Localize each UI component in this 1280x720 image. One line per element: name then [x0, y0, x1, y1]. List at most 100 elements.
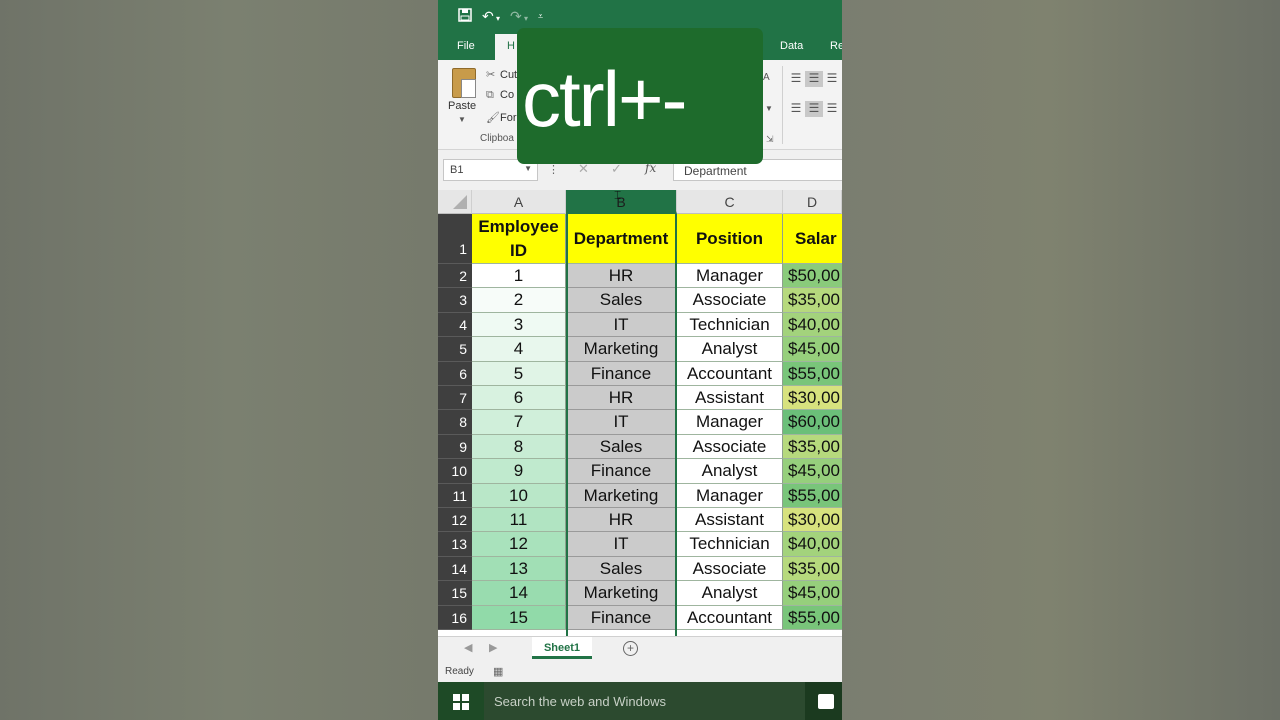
table-cell[interactable]: Manager	[677, 410, 783, 435]
chevron-down-icon[interactable]: ▼	[524, 164, 532, 173]
align-bottom-icon[interactable]: ☰	[823, 71, 841, 87]
table-cell[interactable]: Technician	[677, 312, 783, 338]
table-cell[interactable]: HR	[566, 386, 677, 411]
row-header[interactable]: 9	[438, 434, 472, 460]
table-cell[interactable]: 11	[472, 508, 566, 533]
table-cell[interactable]: Sales	[566, 556, 677, 582]
row-header[interactable]: 4	[438, 312, 472, 338]
row-header[interactable]: 12	[438, 508, 472, 533]
undo-icon[interactable]: ↶ ▾	[482, 9, 500, 23]
header-cell-d[interactable]: Salar	[783, 214, 842, 264]
row-header[interactable]: 16	[438, 605, 472, 630]
header-cell-b[interactable]: Department	[566, 214, 677, 264]
align-center-icon[interactable]: ☰	[805, 101, 823, 117]
table-cell[interactable]: Manager	[677, 264, 783, 289]
format-painter-button[interactable]: 🖌For	[486, 111, 517, 124]
table-cell[interactable]: 9	[472, 459, 566, 484]
table-cell[interactable]: Marketing	[566, 337, 677, 362]
cut-button[interactable]: ✂ Cut	[486, 68, 517, 81]
row-header[interactable]: 8	[438, 410, 472, 435]
row-header[interactable]: 10	[438, 459, 472, 484]
row-header-1[interactable]: 1	[438, 214, 472, 264]
table-cell[interactable]: $35,00	[783, 556, 842, 582]
table-cell[interactable]: HR	[566, 264, 677, 289]
table-cell[interactable]: Marketing	[566, 581, 677, 606]
table-cell[interactable]: $50,00	[783, 264, 842, 289]
table-cell[interactable]: $45,00	[783, 459, 842, 484]
table-cell[interactable]: $60,00	[783, 410, 842, 435]
table-cell[interactable]: $35,00	[783, 434, 842, 460]
table-cell[interactable]: Associate	[677, 434, 783, 460]
align-right-icon[interactable]: ☰	[823, 101, 841, 117]
save-icon[interactable]	[458, 8, 472, 24]
macro-record-icon[interactable]: ▦	[493, 665, 503, 678]
table-cell[interactable]: 10	[472, 483, 566, 508]
table-cell[interactable]: 14	[472, 581, 566, 606]
align-left-icon[interactable]: ☰	[787, 101, 805, 117]
tab-review[interactable]: Re	[830, 40, 842, 52]
scroll-left-icon[interactable]: ◀	[464, 641, 472, 654]
table-cell[interactable]: Accountant	[677, 361, 783, 386]
table-cell[interactable]: Associate	[677, 288, 783, 313]
align-middle-icon[interactable]: ☰	[805, 71, 823, 87]
table-cell[interactable]: Analyst	[677, 459, 783, 484]
column-header-d[interactable]: D	[783, 190, 842, 214]
table-cell[interactable]: 8	[472, 434, 566, 460]
table-cell[interactable]: 12	[472, 532, 566, 557]
table-cell[interactable]: Sales	[566, 288, 677, 313]
table-cell[interactable]: Finance	[566, 459, 677, 484]
table-cell[interactable]: Accountant	[677, 605, 783, 630]
row-header[interactable]: 11	[438, 483, 472, 508]
formula-bar-grip-icon[interactable]: ⋮	[548, 163, 559, 176]
table-cell[interactable]: $55,00	[783, 361, 842, 386]
add-sheet-icon[interactable]: +	[623, 641, 638, 656]
table-cell[interactable]: IT	[566, 532, 677, 557]
copy-button[interactable]: ⧉ Co	[486, 89, 514, 102]
row-header[interactable]: 5	[438, 337, 472, 362]
table-cell[interactable]: 4	[472, 337, 566, 362]
table-cell[interactable]: Assistant	[677, 508, 783, 533]
tab-data[interactable]: Data	[780, 40, 803, 52]
table-cell[interactable]: Assistant	[677, 386, 783, 411]
column-header-b[interactable]: B	[566, 190, 677, 214]
table-cell[interactable]: $30,00	[783, 508, 842, 533]
row-header[interactable]: 6	[438, 361, 472, 386]
table-cell[interactable]: HR	[566, 508, 677, 533]
table-cell[interactable]: $45,00	[783, 337, 842, 362]
paste-button[interactable]: Paste	[448, 100, 476, 112]
table-cell[interactable]: Marketing	[566, 483, 677, 508]
table-cell[interactable]: Technician	[677, 532, 783, 557]
dialog-launcher-icon[interactable]: ⇲	[766, 134, 774, 145]
table-cell[interactable]: Associate	[677, 556, 783, 582]
tab-file[interactable]: File	[457, 40, 475, 52]
table-cell[interactable]: 1	[472, 264, 566, 289]
table-cell[interactable]: Finance	[566, 361, 677, 386]
header-cell-c[interactable]: Position	[677, 214, 783, 264]
select-all-button[interactable]	[438, 190, 472, 214]
table-cell[interactable]: Analyst	[677, 337, 783, 362]
table-cell[interactable]: $35,00	[783, 288, 842, 313]
table-cell[interactable]: Sales	[566, 434, 677, 460]
font-size-label[interactable]: A	[763, 72, 770, 83]
table-cell[interactable]: IT	[566, 410, 677, 435]
table-cell[interactable]: $45,00	[783, 581, 842, 606]
table-cell[interactable]: 2	[472, 288, 566, 313]
row-header[interactable]: 13	[438, 532, 472, 557]
table-cell[interactable]: 5	[472, 361, 566, 386]
scroll-right-icon[interactable]: ▶	[489, 641, 497, 654]
paste-icon[interactable]	[452, 68, 476, 98]
header-cell-a[interactable]: Employee ID	[472, 214, 566, 264]
font-dropdown-icon[interactable]: ▼	[765, 104, 773, 113]
table-cell[interactable]: Finance	[566, 605, 677, 630]
row-header[interactable]: 14	[438, 556, 472, 582]
row-header[interactable]: 3	[438, 288, 472, 313]
table-cell[interactable]: Manager	[677, 483, 783, 508]
table-cell[interactable]: $40,00	[783, 312, 842, 338]
start-button[interactable]	[438, 682, 484, 720]
column-header-c[interactable]: C	[677, 190, 783, 214]
table-cell[interactable]: 3	[472, 312, 566, 338]
row-header[interactable]: 2	[438, 264, 472, 289]
taskbar-search-box[interactable]: Search the web and Windows	[484, 682, 805, 720]
table-cell[interactable]: 13	[472, 556, 566, 582]
table-cell[interactable]: 15	[472, 605, 566, 630]
